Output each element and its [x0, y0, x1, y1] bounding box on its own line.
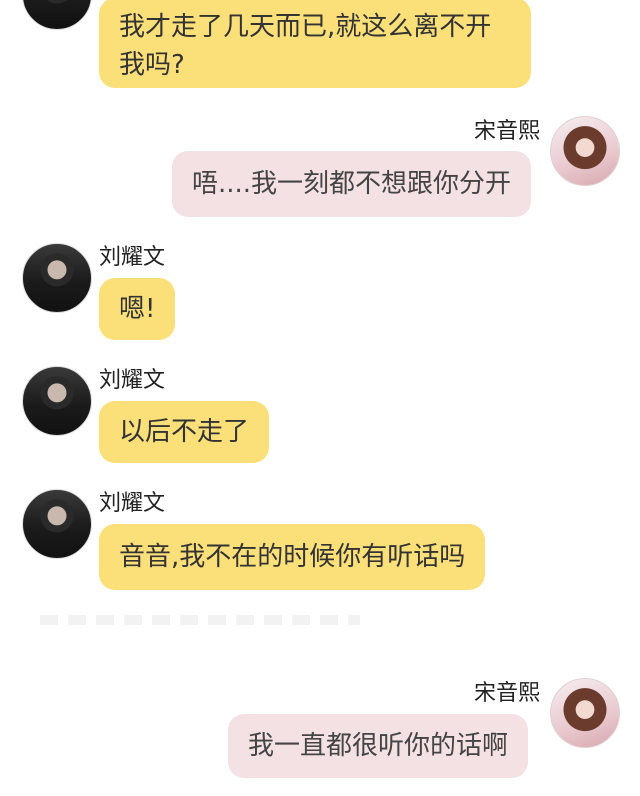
sender-name: 宋音熙 — [473, 681, 540, 706]
message-bubble: 我才走了几天而已,就这么离不开我吗? — [99, 0, 531, 88]
message-bubble: 我一直都很听你的话啊 — [228, 714, 529, 778]
sender-name: 刘耀文 — [99, 368, 166, 393]
avatar-liu-yaowen[interactable] — [22, 366, 92, 436]
sender-name: 刘耀文 — [99, 245, 166, 270]
avatar-song-yinxi[interactable] — [550, 678, 620, 748]
message-bubble: 嗯! — [99, 278, 176, 340]
message-bubble: 唔....我一刻都不想跟你分开 — [172, 151, 532, 217]
sender-name: 宋音熙 — [473, 119, 540, 144]
avatar-liu-yaowen[interactable] — [22, 243, 92, 313]
message-bubble: 音音,我不在的时候你有听话吗 — [99, 524, 486, 590]
avatar-song-yinxi[interactable] — [550, 116, 620, 186]
avatar-liu-yaowen[interactable] — [22, 489, 92, 559]
avatar-liu-yaowen[interactable] — [22, 0, 92, 30]
sender-name: 刘耀文 — [99, 491, 166, 516]
faded-text-artifact — [40, 615, 360, 625]
message-bubble: 以后不走了 — [99, 401, 270, 463]
